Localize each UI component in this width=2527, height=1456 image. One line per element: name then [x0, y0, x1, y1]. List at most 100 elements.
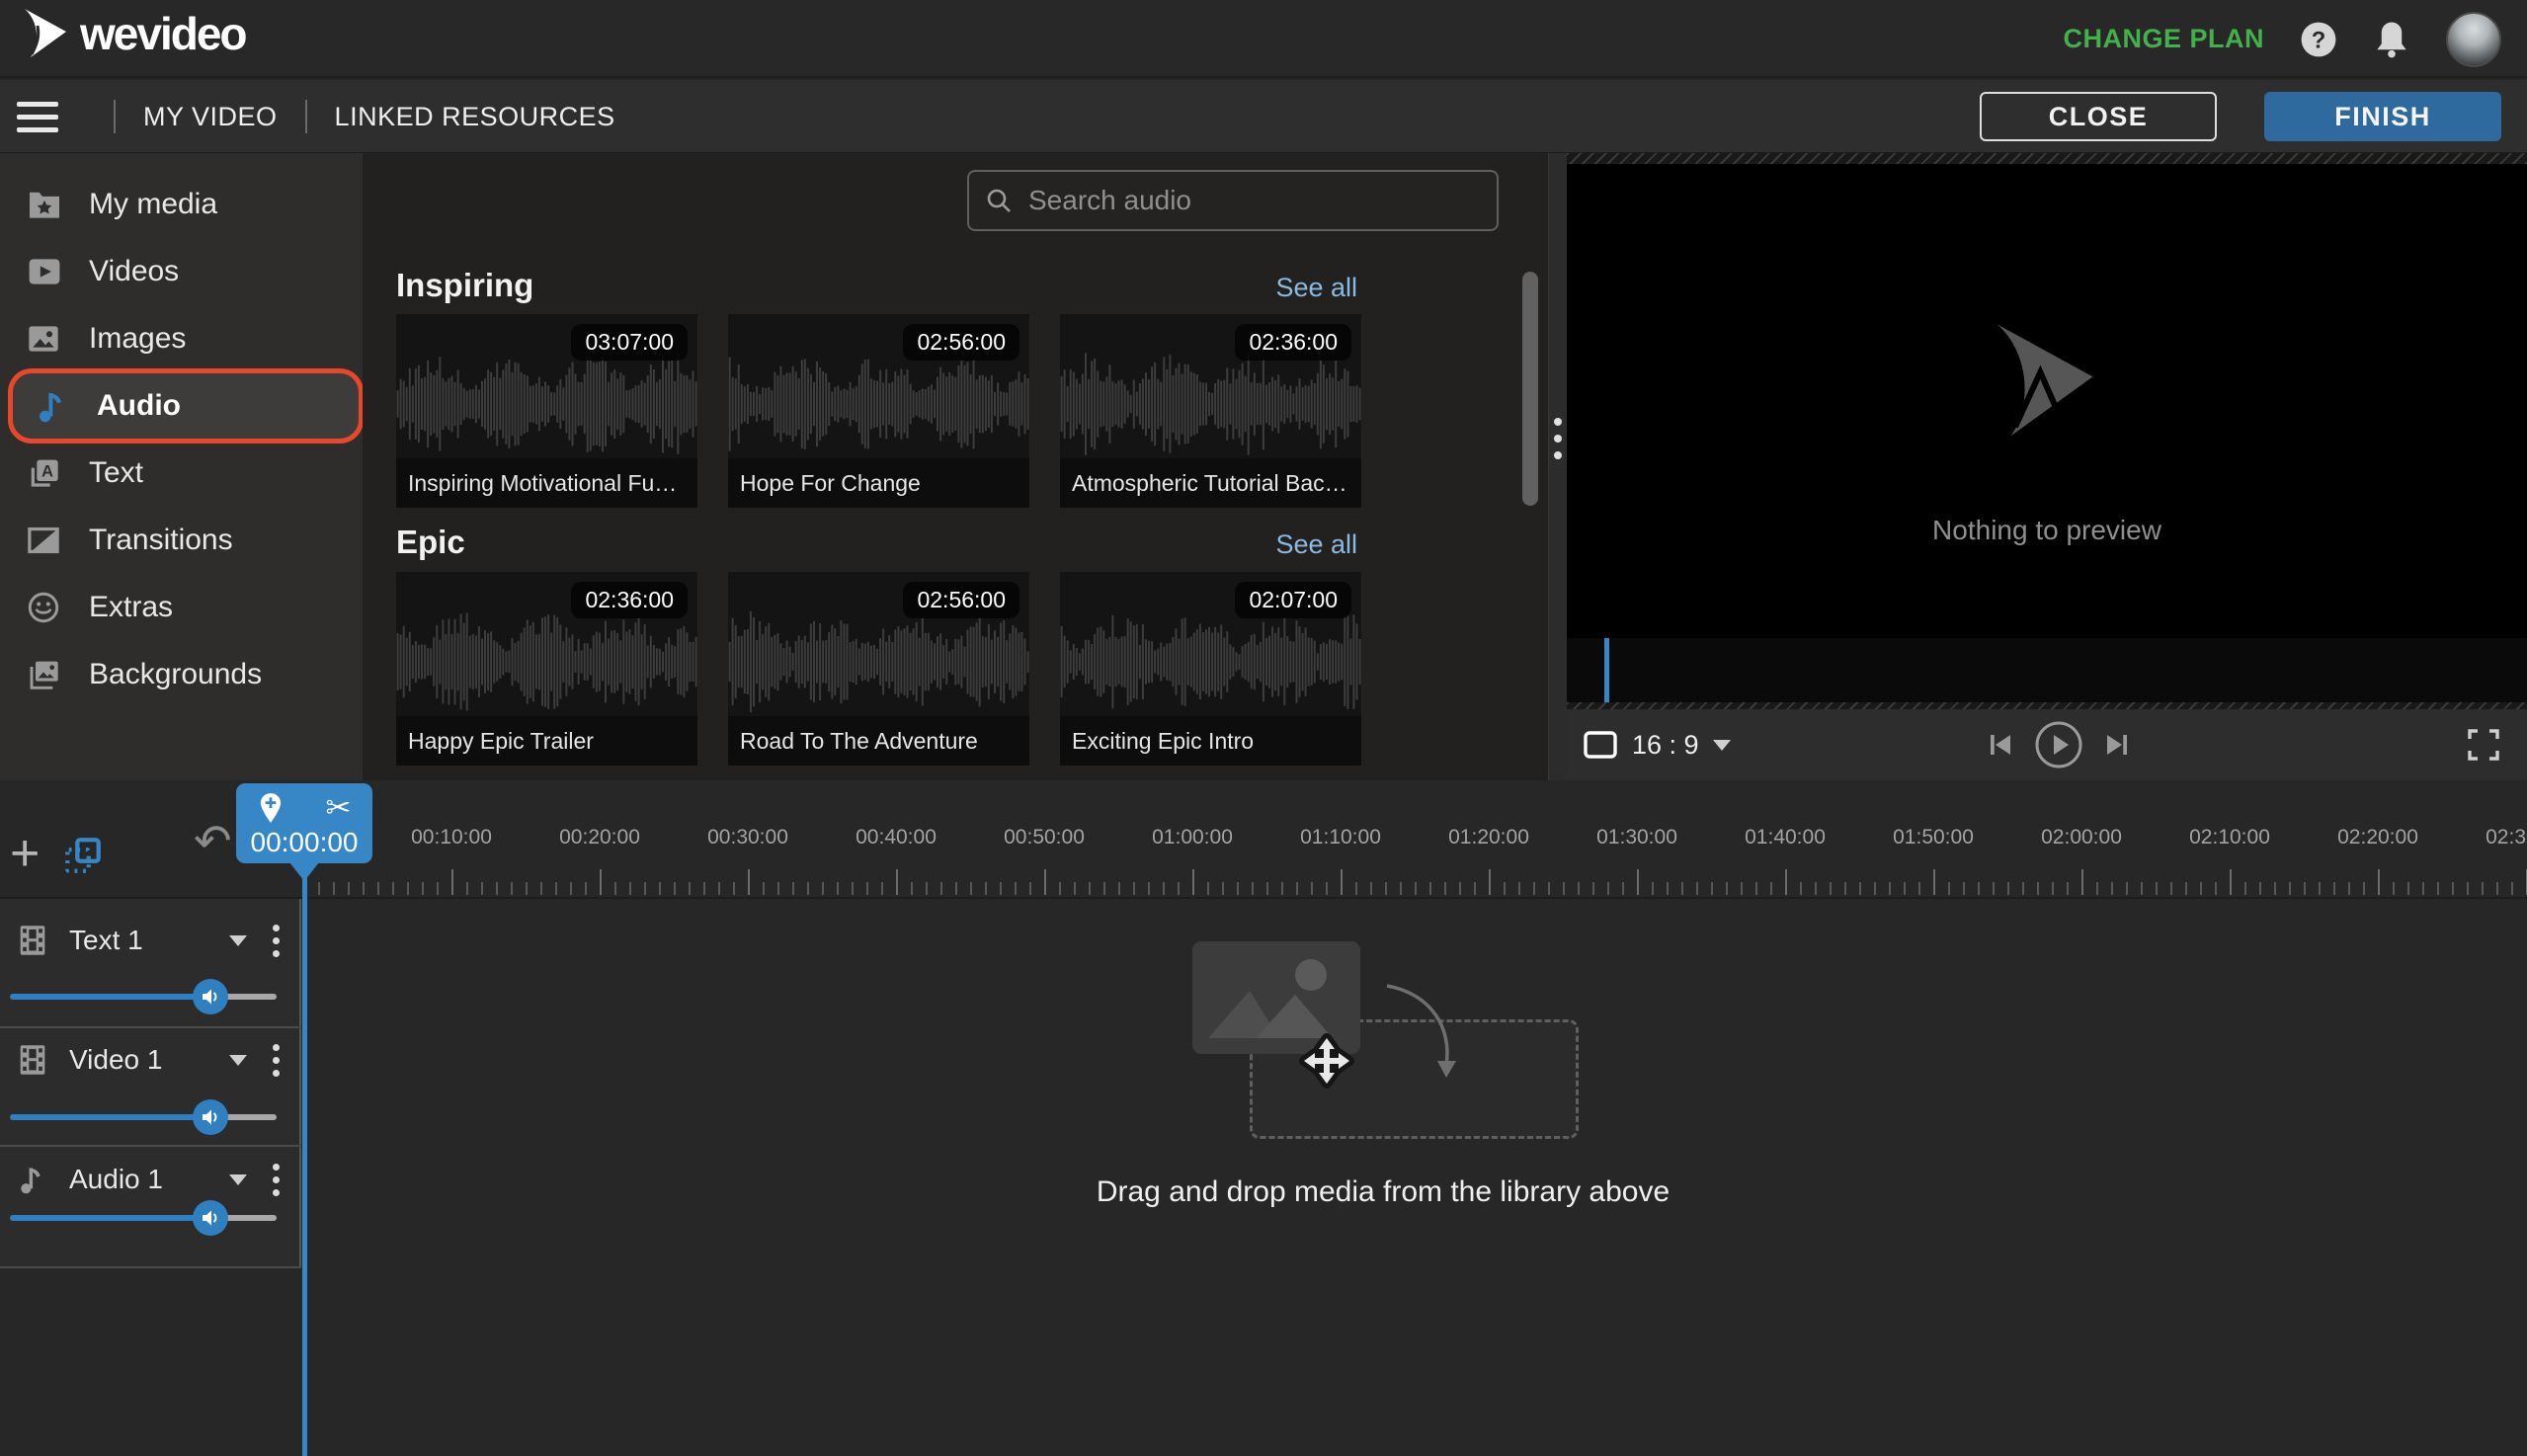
audio-card[interactable]: 02:36:00 Happy Epic Trailer — [396, 572, 697, 766]
menu-hamburger-icon[interactable] — [17, 101, 58, 132]
play-button[interactable] — [2033, 719, 2084, 770]
audio-card[interactable]: 02:36:00 Atmospheric Tutorial Background — [1060, 314, 1361, 508]
search-input[interactable] — [1026, 184, 1481, 217]
film-icon — [18, 1044, 51, 1076]
ruler-minor-tick — [2156, 882, 2158, 895]
volume-slider-audio-1[interactable] — [10, 1200, 277, 1236]
preview-seek-strip[interactable] — [1567, 638, 2527, 702]
ruler-minor-tick — [1444, 882, 1446, 895]
ruler-minor-tick — [2348, 882, 2350, 895]
preview-resize-strip[interactable] — [1567, 153, 2527, 164]
ruler-minor-tick — [570, 882, 572, 895]
fullscreen-icon[interactable] — [2466, 727, 2501, 763]
ruler-minor-tick — [955, 882, 957, 895]
track-collapse-chevron-icon[interactable] — [229, 1173, 247, 1185]
volume-slider-text-1[interactable] — [10, 979, 277, 1014]
sidebar-item-images[interactable]: Images — [0, 305, 363, 372]
split-scissors-icon[interactable]: ✂ — [326, 792, 352, 824]
previous-frame-button[interactable] — [1986, 730, 2015, 760]
track-divider — [0, 1266, 301, 1268]
volume-track — [10, 1114, 277, 1120]
audio-card[interactable]: 03:07:00 Inspiring Motivational Fundraise… — [396, 314, 697, 508]
audio-card[interactable]: 02:56:00 Hope For Change — [728, 314, 1029, 508]
sidebar-item-audio[interactable]: Audio — [8, 368, 364, 444]
volume-thumb[interactable] — [192, 1099, 228, 1135]
track-collapse-chevron-icon[interactable] — [229, 934, 247, 946]
see-all-link[interactable]: See all — [1275, 273, 1357, 303]
speaker-icon — [201, 987, 220, 1007]
ruler-minor-tick — [2467, 882, 2469, 895]
wevideo-logo[interactable]: wevideo — [23, 8, 248, 59]
media-sidebar: My media Videos Images Audio A Text Transition… — [0, 153, 364, 780]
ruler-minor-tick — [2393, 882, 2395, 895]
timeline-playhead-line[interactable] — [302, 863, 307, 1456]
volume-thumb[interactable] — [192, 979, 228, 1014]
ruler-minor-tick — [1266, 882, 1268, 895]
sidebar-item-backgrounds[interactable]: Backgrounds — [0, 641, 363, 708]
library-scrollbar-thumb[interactable] — [1522, 272, 1538, 506]
next-frame-button[interactable] — [2102, 730, 2132, 760]
notifications-bell-icon[interactable] — [2373, 21, 2410, 58]
ruler-minor-tick — [363, 882, 365, 895]
sidebar-item-transitions[interactable]: Transitions — [0, 507, 363, 574]
ruler-minor-tick — [2244, 882, 2246, 895]
ruler-major-tick — [1192, 869, 1194, 895]
ruler-minor-tick — [674, 882, 676, 895]
ruler-label: 01:00:00 — [1152, 826, 1233, 849]
avatar[interactable] — [2446, 11, 2501, 67]
ruler-minor-tick — [1563, 882, 1565, 895]
ruler-minor-tick — [1800, 882, 1802, 895]
tab-linked-resources[interactable]: LINKED RESOURCES — [335, 102, 615, 132]
sidebar-item-videos[interactable]: Videos — [0, 238, 363, 305]
svg-text:A: A — [41, 461, 53, 480]
track-options-icon[interactable] — [273, 1043, 280, 1077]
ruler-minor-tick — [1118, 882, 1120, 895]
ruler-minor-tick — [1074, 882, 1076, 895]
sidebar-item-extras[interactable]: Extras — [0, 574, 363, 641]
track-name: Video 1 — [69, 1044, 163, 1075]
audio-card[interactable]: 02:56:00 Road To The Adventure — [728, 572, 1029, 766]
see-all-link[interactable]: See all — [1275, 529, 1357, 560]
track-options-icon[interactable] — [273, 924, 280, 957]
ruler-minor-tick — [1148, 882, 1150, 895]
audio-card[interactable]: 02:07:00 Exciting Epic Intro — [1060, 572, 1361, 766]
ruler-label: 00:10:00 — [411, 826, 492, 849]
duplicate-icon[interactable] — [63, 836, 103, 875]
track-options-icon[interactable] — [273, 1163, 280, 1196]
ruler-minor-tick — [852, 882, 854, 895]
undo-icon[interactable]: ↶ — [194, 818, 232, 863]
ruler-minor-tick — [407, 882, 409, 895]
add-marker-pin-icon[interactable] — [258, 792, 284, 824]
ruler-minor-tick — [2215, 882, 2217, 895]
sidebar-item-text[interactable]: A Text — [0, 440, 363, 507]
panel-resize-handle[interactable] — [1548, 153, 1567, 780]
ruler-minor-tick — [1978, 882, 1980, 895]
ruler-minor-tick — [1029, 882, 1031, 895]
volume-slider-video-1[interactable] — [10, 1099, 277, 1135]
ruler-major-tick — [451, 869, 453, 895]
change-plan-link[interactable]: CHANGE PLAN — [2063, 24, 2264, 54]
project-title[interactable]: MY VIDEO — [143, 102, 278, 132]
topbar-actions: CHANGE PLAN ? — [2063, 0, 2501, 78]
ruler-minor-tick — [1015, 882, 1017, 895]
audio-title: Happy Epic Trailer — [396, 716, 697, 766]
finish-button[interactable]: FINISH — [2264, 92, 2501, 141]
preview-playhead[interactable] — [1604, 638, 1609, 702]
ruler-minor-tick — [1089, 882, 1091, 895]
close-button[interactable]: CLOSE — [1980, 92, 2217, 141]
search-icon — [985, 187, 1013, 214]
sidebar-item-my-media[interactable]: My media — [0, 171, 363, 238]
playhead-badge[interactable]: ✂ 00:00:00 — [236, 783, 372, 863]
help-icon[interactable]: ? — [2300, 21, 2337, 58]
duration-badge: 02:07:00 — [1235, 582, 1351, 618]
aspect-ratio-dropdown[interactable]: 16 : 9 — [1583, 709, 1731, 780]
ruler-minor-tick — [1830, 882, 1832, 895]
add-track-button[interactable]: + — [10, 828, 40, 879]
preview-screen[interactable]: Nothing to preview — [1567, 164, 2527, 638]
volume-thumb[interactable] — [192, 1200, 228, 1236]
ruler-minor-tick — [1370, 882, 1372, 895]
ruler-label: 02:00:00 — [2041, 826, 2122, 849]
track-collapse-chevron-icon[interactable] — [229, 1054, 247, 1066]
ruler-major-tick — [1489, 869, 1491, 895]
ruler-minor-tick — [1844, 882, 1846, 895]
